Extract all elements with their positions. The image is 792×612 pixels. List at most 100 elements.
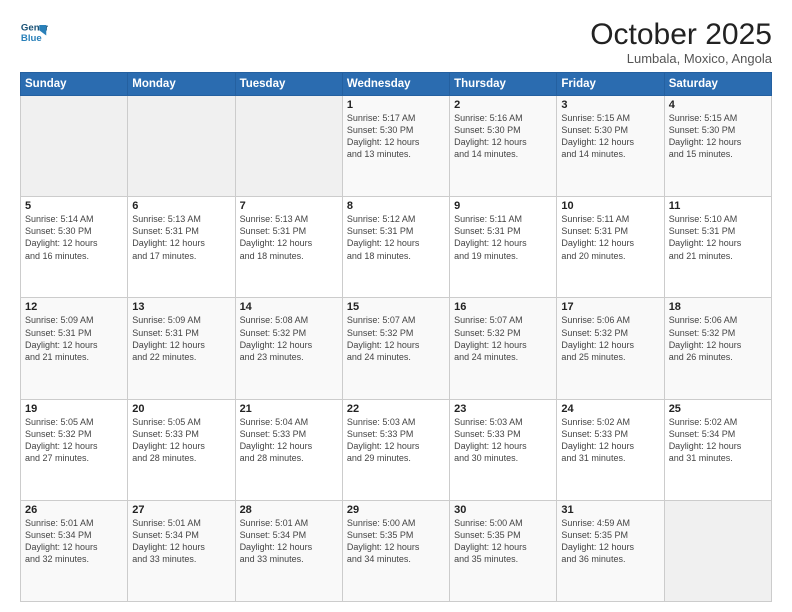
calendar-cell: 30Sunrise: 5:00 AM Sunset: 5:35 PM Dayli… — [450, 500, 557, 601]
day-info: Sunrise: 5:12 AM Sunset: 5:31 PM Dayligh… — [347, 213, 445, 262]
day-number: 24 — [561, 403, 659, 415]
calendar-cell: 10Sunrise: 5:11 AM Sunset: 5:31 PM Dayli… — [557, 197, 664, 298]
day-number: 26 — [25, 504, 123, 516]
day-number: 1 — [347, 99, 445, 111]
calendar-cell: 31Sunrise: 4:59 AM Sunset: 5:35 PM Dayli… — [557, 500, 664, 601]
day-info: Sunrise: 5:05 AM Sunset: 5:32 PM Dayligh… — [25, 416, 123, 465]
calendar-cell: 22Sunrise: 5:03 AM Sunset: 5:33 PM Dayli… — [342, 399, 449, 500]
calendar-cell: 4Sunrise: 5:15 AM Sunset: 5:30 PM Daylig… — [664, 96, 771, 197]
day-info: Sunrise: 5:15 AM Sunset: 5:30 PM Dayligh… — [669, 112, 767, 161]
calendar-cell: 25Sunrise: 5:02 AM Sunset: 5:34 PM Dayli… — [664, 399, 771, 500]
day-info: Sunrise: 5:06 AM Sunset: 5:32 PM Dayligh… — [669, 314, 767, 363]
location: Lumbala, Moxico, Angola — [590, 51, 772, 66]
calendar-cell: 27Sunrise: 5:01 AM Sunset: 5:34 PM Dayli… — [128, 500, 235, 601]
day-info: Sunrise: 5:13 AM Sunset: 5:31 PM Dayligh… — [132, 213, 230, 262]
day-number: 7 — [240, 200, 338, 212]
svg-text:Blue: Blue — [21, 33, 42, 44]
calendar-cell — [664, 500, 771, 601]
calendar-cell: 28Sunrise: 5:01 AM Sunset: 5:34 PM Dayli… — [235, 500, 342, 601]
day-number: 30 — [454, 504, 552, 516]
day-info: Sunrise: 5:01 AM Sunset: 5:34 PM Dayligh… — [132, 517, 230, 566]
day-number: 31 — [561, 504, 659, 516]
calendar-cell: 23Sunrise: 5:03 AM Sunset: 5:33 PM Dayli… — [450, 399, 557, 500]
day-info: Sunrise: 5:09 AM Sunset: 5:31 PM Dayligh… — [25, 314, 123, 363]
calendar-cell: 1Sunrise: 5:17 AM Sunset: 5:30 PM Daylig… — [342, 96, 449, 197]
day-number: 2 — [454, 99, 552, 111]
day-number: 21 — [240, 403, 338, 415]
day-number: 5 — [25, 200, 123, 212]
calendar-cell: 14Sunrise: 5:08 AM Sunset: 5:32 PM Dayli… — [235, 298, 342, 399]
day-number: 9 — [454, 200, 552, 212]
calendar-cell: 24Sunrise: 5:02 AM Sunset: 5:33 PM Dayli… — [557, 399, 664, 500]
calendar-cell — [235, 96, 342, 197]
day-number: 25 — [669, 403, 767, 415]
calendar-cell — [21, 96, 128, 197]
day-number: 17 — [561, 301, 659, 313]
logo: General Blue — [20, 18, 48, 46]
page: General Blue October 2025 Lumbala, Moxic… — [0, 0, 792, 612]
calendar-table: SundayMondayTuesdayWednesdayThursdayFrid… — [20, 72, 772, 602]
weekday-header-sunday: Sunday — [21, 73, 128, 96]
logo-icon: General Blue — [20, 18, 48, 46]
day-number: 19 — [25, 403, 123, 415]
calendar-cell: 11Sunrise: 5:10 AM Sunset: 5:31 PM Dayli… — [664, 197, 771, 298]
day-info: Sunrise: 5:04 AM Sunset: 5:33 PM Dayligh… — [240, 416, 338, 465]
day-info: Sunrise: 5:16 AM Sunset: 5:30 PM Dayligh… — [454, 112, 552, 161]
day-info: Sunrise: 5:13 AM Sunset: 5:31 PM Dayligh… — [240, 213, 338, 262]
day-number: 6 — [132, 200, 230, 212]
day-number: 14 — [240, 301, 338, 313]
day-info: Sunrise: 4:59 AM Sunset: 5:35 PM Dayligh… — [561, 517, 659, 566]
calendar-cell — [128, 96, 235, 197]
calendar-cell: 26Sunrise: 5:01 AM Sunset: 5:34 PM Dayli… — [21, 500, 128, 601]
weekday-header-thursday: Thursday — [450, 73, 557, 96]
calendar-cell: 29Sunrise: 5:00 AM Sunset: 5:35 PM Dayli… — [342, 500, 449, 601]
month-title: October 2025 — [590, 18, 772, 51]
calendar-cell: 5Sunrise: 5:14 AM Sunset: 5:30 PM Daylig… — [21, 197, 128, 298]
day-number: 20 — [132, 403, 230, 415]
day-info: Sunrise: 5:11 AM Sunset: 5:31 PM Dayligh… — [561, 213, 659, 262]
day-info: Sunrise: 5:05 AM Sunset: 5:33 PM Dayligh… — [132, 416, 230, 465]
calendar-cell: 18Sunrise: 5:06 AM Sunset: 5:32 PM Dayli… — [664, 298, 771, 399]
calendar-cell: 17Sunrise: 5:06 AM Sunset: 5:32 PM Dayli… — [557, 298, 664, 399]
calendar-cell: 21Sunrise: 5:04 AM Sunset: 5:33 PM Dayli… — [235, 399, 342, 500]
calendar-week-3: 19Sunrise: 5:05 AM Sunset: 5:32 PM Dayli… — [21, 399, 772, 500]
day-info: Sunrise: 5:00 AM Sunset: 5:35 PM Dayligh… — [454, 517, 552, 566]
day-number: 28 — [240, 504, 338, 516]
day-info: Sunrise: 5:10 AM Sunset: 5:31 PM Dayligh… — [669, 213, 767, 262]
day-info: Sunrise: 5:17 AM Sunset: 5:30 PM Dayligh… — [347, 112, 445, 161]
day-info: Sunrise: 5:02 AM Sunset: 5:34 PM Dayligh… — [669, 416, 767, 465]
weekday-header-row: SundayMondayTuesdayWednesdayThursdayFrid… — [21, 73, 772, 96]
calendar-cell: 7Sunrise: 5:13 AM Sunset: 5:31 PM Daylig… — [235, 197, 342, 298]
calendar-week-4: 26Sunrise: 5:01 AM Sunset: 5:34 PM Dayli… — [21, 500, 772, 601]
day-info: Sunrise: 5:09 AM Sunset: 5:31 PM Dayligh… — [132, 314, 230, 363]
calendar-cell: 9Sunrise: 5:11 AM Sunset: 5:31 PM Daylig… — [450, 197, 557, 298]
day-info: Sunrise: 5:01 AM Sunset: 5:34 PM Dayligh… — [240, 517, 338, 566]
title-block: October 2025 Lumbala, Moxico, Angola — [590, 18, 772, 66]
day-number: 3 — [561, 99, 659, 111]
header: General Blue October 2025 Lumbala, Moxic… — [20, 18, 772, 66]
weekday-header-monday: Monday — [128, 73, 235, 96]
calendar-cell: 15Sunrise: 5:07 AM Sunset: 5:32 PM Dayli… — [342, 298, 449, 399]
weekday-header-friday: Friday — [557, 73, 664, 96]
day-number: 10 — [561, 200, 659, 212]
calendar-week-0: 1Sunrise: 5:17 AM Sunset: 5:30 PM Daylig… — [21, 96, 772, 197]
calendar-cell: 19Sunrise: 5:05 AM Sunset: 5:32 PM Dayli… — [21, 399, 128, 500]
day-number: 13 — [132, 301, 230, 313]
calendar-cell: 20Sunrise: 5:05 AM Sunset: 5:33 PM Dayli… — [128, 399, 235, 500]
weekday-header-wednesday: Wednesday — [342, 73, 449, 96]
calendar-cell: 12Sunrise: 5:09 AM Sunset: 5:31 PM Dayli… — [21, 298, 128, 399]
calendar-cell: 16Sunrise: 5:07 AM Sunset: 5:32 PM Dayli… — [450, 298, 557, 399]
calendar-cell: 8Sunrise: 5:12 AM Sunset: 5:31 PM Daylig… — [342, 197, 449, 298]
day-number: 15 — [347, 301, 445, 313]
calendar-week-2: 12Sunrise: 5:09 AM Sunset: 5:31 PM Dayli… — [21, 298, 772, 399]
day-number: 4 — [669, 99, 767, 111]
day-number: 27 — [132, 504, 230, 516]
day-info: Sunrise: 5:08 AM Sunset: 5:32 PM Dayligh… — [240, 314, 338, 363]
day-info: Sunrise: 5:02 AM Sunset: 5:33 PM Dayligh… — [561, 416, 659, 465]
day-info: Sunrise: 5:03 AM Sunset: 5:33 PM Dayligh… — [347, 416, 445, 465]
day-info: Sunrise: 5:07 AM Sunset: 5:32 PM Dayligh… — [347, 314, 445, 363]
day-info: Sunrise: 5:03 AM Sunset: 5:33 PM Dayligh… — [454, 416, 552, 465]
day-info: Sunrise: 5:01 AM Sunset: 5:34 PM Dayligh… — [25, 517, 123, 566]
day-number: 22 — [347, 403, 445, 415]
weekday-header-saturday: Saturday — [664, 73, 771, 96]
